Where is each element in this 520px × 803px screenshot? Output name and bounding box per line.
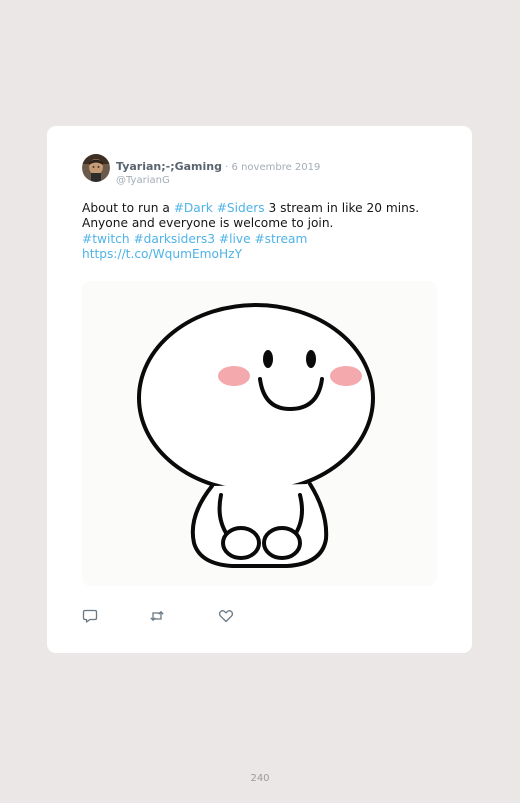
text-prefix: About to run a — [82, 201, 174, 215]
tweet-line-1: About to run a #Dark #Siders 3 stream in… — [82, 201, 432, 216]
heart-icon — [218, 610, 234, 623]
author-info: Tyarian;-;Gaming · 6 novembre 2019 @Tyar… — [116, 155, 320, 186]
text-suffix: 3 stream in like 20 mins. — [264, 201, 420, 215]
retweet-icon — [150, 610, 164, 622]
separator: · — [222, 162, 232, 173]
reply-button[interactable] — [82, 608, 98, 624]
like-button[interactable] — [218, 608, 234, 624]
hashtag-stream[interactable]: #stream — [254, 232, 307, 246]
tweet-line-2: Anyone and everyone is welcome to join. — [82, 216, 334, 231]
tweet-date[interactable]: 6 novembre 2019 — [232, 162, 321, 173]
avatar[interactable] — [82, 154, 110, 182]
tweet-text: About to run a #Dark #Siders 3 stream in… — [82, 201, 432, 263]
tweet-hashtags: #twitch #darksiders3 #live #stream — [82, 232, 432, 247]
hashtag-live[interactable]: #live — [219, 232, 251, 246]
retweet-button[interactable] — [149, 608, 165, 624]
page-number: 240 — [250, 773, 270, 784]
smiling-character-image — [137, 303, 375, 568]
user-handle[interactable]: @TyarianG — [116, 175, 320, 186]
tweet-link[interactable]: https://t.co/WqumEmoHzY — [82, 247, 432, 262]
display-name[interactable]: Tyarian;-;Gaming — [116, 160, 222, 173]
hashtag-siders[interactable]: #Siders — [217, 201, 265, 215]
hashtag-twitch[interactable]: #twitch — [82, 232, 130, 246]
hashtag-dark[interactable]: #Dark — [174, 201, 213, 215]
tweet-media[interactable] — [82, 281, 437, 586]
reply-icon — [82, 609, 98, 623]
tweet-card: Tyarian;-;Gaming · 6 novembre 2019 @Tyar… — [47, 126, 472, 653]
hashtag-darksiders3[interactable]: #darksiders3 — [133, 232, 215, 246]
